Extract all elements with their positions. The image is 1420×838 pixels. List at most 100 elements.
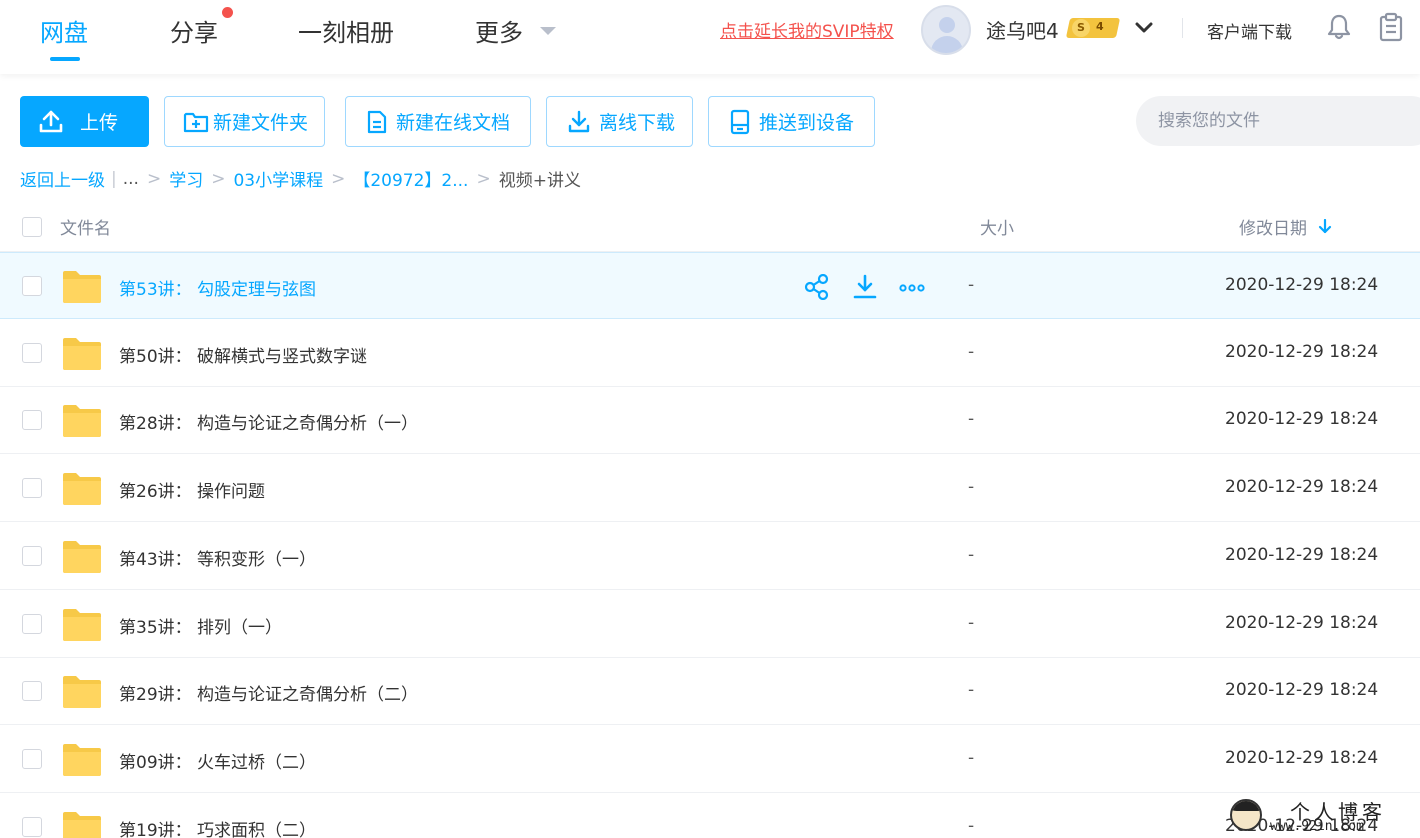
- file-name[interactable]: 第26讲： 操作问题: [119, 477, 265, 502]
- svip-promo-link[interactable]: 点击延长我的SVIP特权: [720, 17, 894, 42]
- tab-moment-album[interactable]: 一刻相册: [298, 13, 394, 48]
- row-checkbox[interactable]: [22, 614, 42, 634]
- file-name[interactable]: 第09讲： 火车过桥（二）: [119, 748, 316, 773]
- breadcrumb-current: 视频+讲义: [498, 171, 581, 191]
- file-name[interactable]: 第19讲： 巧求面积（二）: [119, 816, 316, 838]
- breadcrumb-ellipsis[interactable]: ...: [123, 169, 139, 189]
- breadcrumb: 返回上一级 | ... > 学习 > 03小学课程 > 【20972】2... …: [20, 166, 581, 192]
- file-row[interactable]: 第09讲： 火车过桥（二） - 2020-12-29 18:24: [0, 726, 1420, 793]
- file-modified-date: 2020-12-29 18:24: [1225, 748, 1379, 768]
- download-icon[interactable]: [852, 274, 878, 300]
- bell-icon[interactable]: [1326, 13, 1352, 41]
- search-input[interactable]: [1136, 96, 1420, 146]
- file-row[interactable]: 第53讲： 勾股定理与弦图 - 2020-12-29 18:24: [0, 252, 1420, 319]
- svip-coin-icon: S: [1072, 19, 1090, 37]
- more-options-icon[interactable]: [899, 274, 925, 300]
- breadcrumb-separator: >: [476, 168, 491, 189]
- file-list-header: 文件名 大小 修改日期: [0, 200, 1420, 252]
- file-size: -: [968, 342, 975, 362]
- push-to-device-label: 推送到设备: [759, 112, 855, 134]
- new-online-doc-button[interactable]: 新建在线文档: [345, 96, 531, 147]
- row-checkbox[interactable]: [22, 681, 42, 701]
- column-filename[interactable]: 文件名: [60, 214, 111, 239]
- row-checkbox[interactable]: [22, 546, 42, 566]
- row-checkbox[interactable]: [22, 410, 42, 430]
- file-modified-date: 2020-12-29 18:24: [1225, 409, 1379, 429]
- avatar-body: [931, 36, 963, 53]
- file-modified-date: 2020-12-29 18:24: [1225, 545, 1379, 565]
- new-online-doc-label: 新建在线文档: [396, 112, 511, 134]
- watermark-url: www.92in.com: [1270, 819, 1364, 834]
- username[interactable]: 途乌吧4: [986, 15, 1059, 44]
- file-name[interactable]: 第50讲： 破解横式与竖式数字谜: [119, 342, 367, 367]
- notification-dot: [222, 7, 233, 18]
- file-size: -: [968, 275, 975, 295]
- tab-more[interactable]: 更多: [475, 13, 523, 48]
- folder-plus-icon: [183, 112, 209, 132]
- upload-button[interactable]: 上传: [20, 96, 149, 147]
- row-checkbox[interactable]: [22, 817, 42, 837]
- new-folder-label: 新建文件夹: [213, 112, 309, 134]
- file-row[interactable]: 第29讲： 构造与论证之奇偶分析（二） - 2020-12-29 18:24: [0, 658, 1420, 725]
- watermark-avatar: [1230, 799, 1262, 831]
- upload-label: 上传: [80, 112, 119, 134]
- file-size: -: [968, 613, 975, 633]
- download-icon: [568, 110, 590, 132]
- breadcrumb-item[interactable]: 03小学课程: [233, 166, 323, 191]
- file-modified-date: 2020-12-29 18:24: [1225, 613, 1379, 633]
- clipboard-icon[interactable]: [1378, 12, 1404, 42]
- caret-down-icon[interactable]: [540, 27, 556, 35]
- nav-divider: [1182, 18, 1183, 38]
- column-size[interactable]: 大小: [980, 214, 1014, 239]
- file-name[interactable]: 第43讲： 等积变形（一）: [119, 545, 316, 570]
- row-checkbox[interactable]: [22, 478, 42, 498]
- device-icon: [730, 109, 750, 134]
- file-row[interactable]: 第26讲： 操作问题 - 2020-12-29 18:24: [0, 455, 1420, 522]
- column-modified-date[interactable]: 修改日期: [1239, 214, 1307, 239]
- folder-icon: [63, 676, 101, 708]
- file-name[interactable]: 第29讲： 构造与论证之奇偶分析（二）: [119, 680, 418, 705]
- row-checkbox[interactable]: [22, 276, 42, 296]
- offline-download-button[interactable]: 离线下载: [546, 96, 693, 147]
- chevron-down-icon[interactable]: [1134, 18, 1154, 38]
- select-all-checkbox[interactable]: [22, 217, 42, 237]
- folder-icon: [63, 405, 101, 437]
- file-name[interactable]: 第28讲： 构造与论证之奇偶分析（一）: [119, 409, 418, 434]
- file-size: -: [968, 680, 975, 700]
- breadcrumb-item[interactable]: 学习: [169, 166, 203, 191]
- file-name[interactable]: 第53讲： 勾股定理与弦图: [119, 275, 316, 300]
- folder-icon: [63, 271, 101, 303]
- folder-icon: [63, 812, 101, 838]
- file-row[interactable]: 第43讲： 等积变形（一） - 2020-12-29 18:24: [0, 523, 1420, 590]
- row-checkbox[interactable]: [22, 343, 42, 363]
- avatar[interactable]: [921, 5, 971, 55]
- tab-share[interactable]: 分享: [170, 13, 218, 48]
- file-modified-date: 2020-12-29 18:24: [1225, 342, 1379, 362]
- folder-icon: [63, 473, 101, 505]
- file-row[interactable]: 第19讲： 巧求面积（二） -2020-12-29 18:24: [0, 794, 1420, 838]
- new-folder-button[interactable]: 新建文件夹: [164, 96, 325, 147]
- top-nav: 网盘 分享 一刻相册 更多 点击延长我的SVIP特权 途乌吧4 S 4 客户端下…: [0, 0, 1420, 74]
- breadcrumb-separator: >: [146, 168, 162, 189]
- back-link[interactable]: 返回上一级: [20, 166, 105, 191]
- share-icon[interactable]: [804, 274, 830, 300]
- row-checkbox[interactable]: [22, 749, 42, 769]
- tab-netdisk[interactable]: 网盘: [40, 13, 88, 48]
- file-row[interactable]: 第35讲： 排列（一） - 2020-12-29 18:24: [0, 591, 1420, 658]
- file-row[interactable]: 第28讲： 构造与论证之奇偶分析（一） - 2020-12-29 18:24: [0, 387, 1420, 454]
- avatar-head: [939, 17, 955, 33]
- svip-level: 4: [1096, 20, 1104, 33]
- file-name[interactable]: 第35讲： 排列（一）: [119, 613, 282, 638]
- blog-watermark: 个人博客 www.92in.com: [1226, 795, 1420, 838]
- folder-icon: [63, 744, 101, 776]
- sort-desc-icon[interactable]: [1318, 219, 1332, 235]
- upload-icon: [39, 110, 63, 132]
- file-size: -: [968, 409, 975, 429]
- file-row[interactable]: 第50讲： 破解横式与竖式数字谜 - 2020-12-29 18:24: [0, 320, 1420, 387]
- client-download-link[interactable]: 客户端下载: [1207, 18, 1292, 43]
- breadcrumb-item[interactable]: 【20972】2...: [353, 166, 468, 191]
- push-to-device-button[interactable]: 推送到设备: [708, 96, 875, 147]
- breadcrumb-divider: |: [111, 168, 117, 189]
- file-size: -: [968, 816, 975, 836]
- file-modified-date: 2020-12-29 18:24: [1225, 477, 1379, 497]
